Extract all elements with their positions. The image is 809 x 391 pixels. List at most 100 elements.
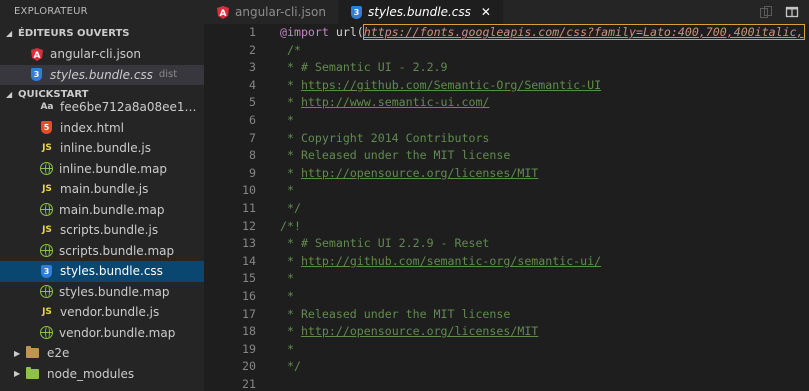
map-icon [40,244,53,258]
folder-item-e2e[interactable]: ▶ e2e [0,343,204,364]
line-code: * [280,112,294,130]
file-item-index-html[interactable]: 5 index.html [0,118,204,139]
file-item-inline-bundle-js[interactable]: JS inline.bundle.js [0,138,204,159]
line-number: 2 [249,42,256,57]
code-line[interactable]: 5 * http://www.semantic-ui.com/ [204,94,809,112]
code-token: /*! [280,218,301,233]
code-line[interactable]: 3 * # Semantic UI - 2.2.9 [204,59,809,77]
line-code: /*! [280,218,301,236]
split-editor-icon[interactable] [785,5,799,19]
code-line[interactable]: 1 @import url(https://fonts.googleapis.co… [204,24,809,42]
file-item-styles-bundle-css[interactable]: 3 styles.bundle.css [0,261,204,282]
file-item-styles-bundle-map[interactable]: styles.bundle.map [0,282,204,303]
html-icon: 5 [41,121,52,135]
line-code: * http://www.semantic-ui.com/ [280,94,489,112]
code-token: * Released under the MIT license [280,306,511,321]
code-line[interactable]: 13 * # Semantic UI 2.2.9 - Reset [204,235,809,253]
open-changes-icon[interactable] [759,5,773,19]
open-editors-header[interactable]: ◢ ÉDITEURS OUVERTS [0,24,204,44]
open-editors-label: ÉDITEURS OUVERTS [18,28,130,39]
code-line[interactable]: 10 * [204,182,809,200]
folder-label: e2e [47,346,70,361]
explorer-title: EXPLORATEUR [14,6,88,17]
file-item-vendor-bundle-map[interactable]: vendor.bundle.map [0,323,204,344]
file-item-scripts-bundle-map[interactable]: scripts.bundle.map [0,241,204,262]
code-line[interactable]: 12 /*! [204,218,809,236]
line-code: * Copyright 2014 Contributors [280,130,489,148]
code-line[interactable]: 11 */ [204,200,809,218]
line-code: * [280,270,294,288]
tab-label: angular-cli.json [235,5,326,19]
code-link[interactable]: http://www.semantic-ui.com/ [301,95,489,109]
code-token: * # Semantic UI - 2.2.9 [280,60,448,75]
code-line[interactable]: 9 * http://opensource.org/licenses/MIT [204,165,809,183]
line-number: 18 [242,324,256,339]
line-code: * Released under the MIT license [280,306,510,324]
open-editor-item-styles-bundle[interactable]: 3 styles.bundle.css dist [0,64,204,85]
code-link[interactable]: https://fonts.googleapis.com/css?family=… [362,24,805,40]
line-code: * # Semantic UI - 2.2.9 [280,59,448,77]
code-link[interactable]: http://opensource.org/licenses/MIT [301,166,538,180]
line-number: 12 [242,218,256,233]
css-icon: 3 [350,5,362,19]
line-code: * http://opensource.org/licenses/MIT [280,165,538,183]
code-token: url( [328,25,364,39]
file-item-scripts-bundle-js[interactable]: JS scripts.bundle.js [0,220,204,241]
line-number: 11 [242,200,256,215]
file-item-vendor-bundle-js[interactable]: JS vendor.bundle.js [0,302,204,323]
file-label: main.bundle.js [60,182,149,197]
open-editor-label: angular-cli.json [50,47,141,62]
editor-tab-bar: A angular-cli.json 3 styles.bundle.css ✕ [204,0,809,24]
line-code: * Released under the MIT license [280,147,510,165]
line-number: 20 [242,359,256,374]
js-icon: JS [42,143,52,154]
code-editor[interactable]: 1 @import url(https://fonts.googleapis.co… [204,24,809,391]
code-line[interactable]: 14 * http://github.com/semantic-org/sema… [204,253,809,271]
code-link[interactable]: https://github.com/Semantic-Org/Semantic… [301,78,601,92]
js-icon: JS [42,184,52,195]
file-item-inline-bundle-map[interactable]: inline.bundle.map [0,159,204,180]
font-icon: Aa [40,102,54,113]
code-token: * [280,112,294,127]
code-line[interactable]: 20 */ [204,358,809,376]
code-line[interactable]: 21 [204,376,809,391]
code-line[interactable]: 6 * [204,112,809,130]
map-icon [40,326,53,340]
line-code: * http://opensource.org/licenses/MIT [280,323,538,341]
code-line[interactable]: 8 * Released under the MIT license [204,147,809,165]
code-line[interactable]: 18 * http://opensource.org/licenses/MIT [204,323,809,341]
explorer-sidebar: EXPLORATEUR ◢ ÉDITEURS OUVERTS A angular… [0,0,204,391]
line-code: */ [280,200,301,218]
file-item-main-bundle-map[interactable]: main.bundle.map [0,200,204,221]
file-label: scripts.bundle.js [60,223,159,238]
code-line[interactable]: 19 * [204,341,809,359]
code-line[interactable]: 4 * https://github.com/Semantic-Org/Sema… [204,77,809,95]
line-number: 3 [249,60,256,75]
file-label: fee6be712a8a08ee15805... [60,100,204,115]
close-icon[interactable]: ✕ [481,5,491,19]
css-icon: 3 [31,68,42,82]
js-icon: JS [42,225,52,236]
tab-label: styles.bundle.css [367,5,471,19]
code-line[interactable]: 17 * Released under the MIT license [204,306,809,324]
code-token: * Copyright 2014 Contributors [280,130,490,145]
editor-actions [759,0,799,24]
code-line[interactable]: 7 * Copyright 2014 Contributors [204,130,809,148]
open-editor-item-angular-cli[interactable]: A angular-cli.json [0,44,204,65]
code-link[interactable]: http://github.com/semantic-org/semantic-… [301,254,601,268]
line-code: * [280,341,294,359]
line-code: * # Semantic UI 2.2.9 - Reset [280,235,489,253]
code-link[interactable]: http://opensource.org/licenses/MIT [301,324,538,338]
code-line[interactable]: 15 * [204,270,809,288]
line-code: * [280,288,294,306]
js-icon: JS [42,307,52,318]
tab-angular-cli-json[interactable]: A angular-cli.json [204,0,338,24]
file-item-main-bundle-js[interactable]: JS main.bundle.js [0,179,204,200]
folder-item-node-modules[interactable]: ▶ node_modules [0,364,204,385]
code-line[interactable]: 16 * [204,288,809,306]
code-token: * [280,288,294,303]
line-number: 15 [242,271,256,286]
code-line[interactable]: 2 /* [204,42,809,60]
tab-styles-bundle-css[interactable]: 3 styles.bundle.css ✕ [337,0,503,24]
open-editor-path-hint: dist [158,69,178,81]
